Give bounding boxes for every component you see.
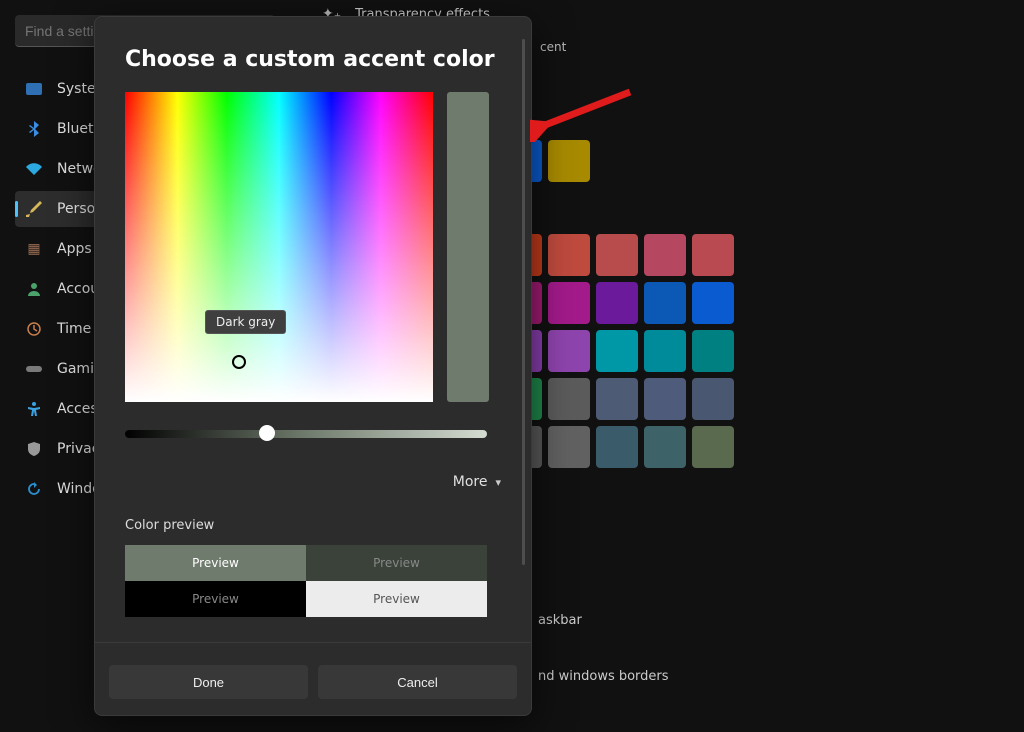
update-icon xyxy=(25,480,43,498)
slider-thumb[interactable] xyxy=(259,425,275,441)
current-color-swatch xyxy=(447,92,489,402)
more-label: More xyxy=(453,474,488,490)
globe-clock-icon xyxy=(25,320,43,338)
accent-color-swatch[interactable] xyxy=(644,426,686,468)
accent-color-swatch[interactable] xyxy=(596,426,638,468)
accent-color-swatch[interactable] xyxy=(548,282,590,324)
accent-color-swatch[interactable] xyxy=(548,330,590,372)
accent-color-swatch[interactable] xyxy=(644,234,686,276)
chevron-down-icon: ▾ xyxy=(495,476,501,489)
bluetooth-icon xyxy=(25,120,43,138)
preview-tile-accent-dark: Preview xyxy=(306,545,487,581)
accent-color-swatch[interactable] xyxy=(596,282,638,324)
preview-tile-accent-light: Preview xyxy=(125,545,306,581)
accent-color-swatch[interactable] xyxy=(548,378,590,420)
color-preview-heading: Color preview xyxy=(125,518,501,533)
done-button[interactable]: Done xyxy=(109,665,308,699)
accent-color-grid xyxy=(500,140,734,468)
accent-color-swatch[interactable] xyxy=(692,234,734,276)
accent-color-swatch[interactable] xyxy=(692,330,734,372)
accent-color-swatch[interactable] xyxy=(548,140,590,182)
accent-color-swatch[interactable] xyxy=(692,378,734,420)
shield-icon xyxy=(25,440,43,458)
color-field[interactable]: Dark gray xyxy=(125,92,433,402)
accent-color-swatch[interactable] xyxy=(548,426,590,468)
accent-color-swatch[interactable] xyxy=(644,282,686,324)
modal-title: Choose a custom accent color xyxy=(125,47,501,72)
modal-scrollbar[interactable] xyxy=(522,39,525,565)
accent-color-swatch[interactable] xyxy=(596,378,638,420)
color-preview-grid: Preview Preview Preview Preview xyxy=(125,545,487,617)
accent-color-swatch[interactable] xyxy=(644,330,686,372)
preview-tile-white: Preview xyxy=(306,581,487,617)
accent-color-swatch[interactable] xyxy=(692,282,734,324)
taskbar-hint-text: askbar xyxy=(538,613,582,628)
accent-hint: cent xyxy=(540,40,566,54)
accent-color-swatch[interactable] xyxy=(596,330,638,372)
person-icon xyxy=(25,280,43,298)
accent-color-swatch[interactable] xyxy=(596,234,638,276)
cancel-button[interactable]: Cancel xyxy=(318,665,517,699)
value-slider[interactable] xyxy=(125,430,487,438)
monitor-icon xyxy=(25,80,43,98)
accent-color-swatch[interactable] xyxy=(548,234,590,276)
more-toggle[interactable]: More ▾ xyxy=(125,474,501,490)
paintbrush-icon xyxy=(25,200,43,218)
sidebar-item-label: Apps xyxy=(57,241,92,257)
preview-tile-black: Preview xyxy=(125,581,306,617)
borders-hint-text: nd windows borders xyxy=(538,669,669,684)
accent-color-swatch[interactable] xyxy=(692,426,734,468)
apps-icon: ▦ xyxy=(25,240,43,258)
color-tooltip: Dark gray xyxy=(205,310,286,334)
color-field-cursor[interactable] xyxy=(232,355,246,369)
gamepad-icon xyxy=(25,360,43,378)
custom-color-modal: Choose a custom accent color Dark gray M… xyxy=(94,16,532,716)
accent-color-swatch[interactable] xyxy=(644,378,686,420)
accessibility-icon xyxy=(25,400,43,418)
wifi-icon xyxy=(25,160,43,178)
